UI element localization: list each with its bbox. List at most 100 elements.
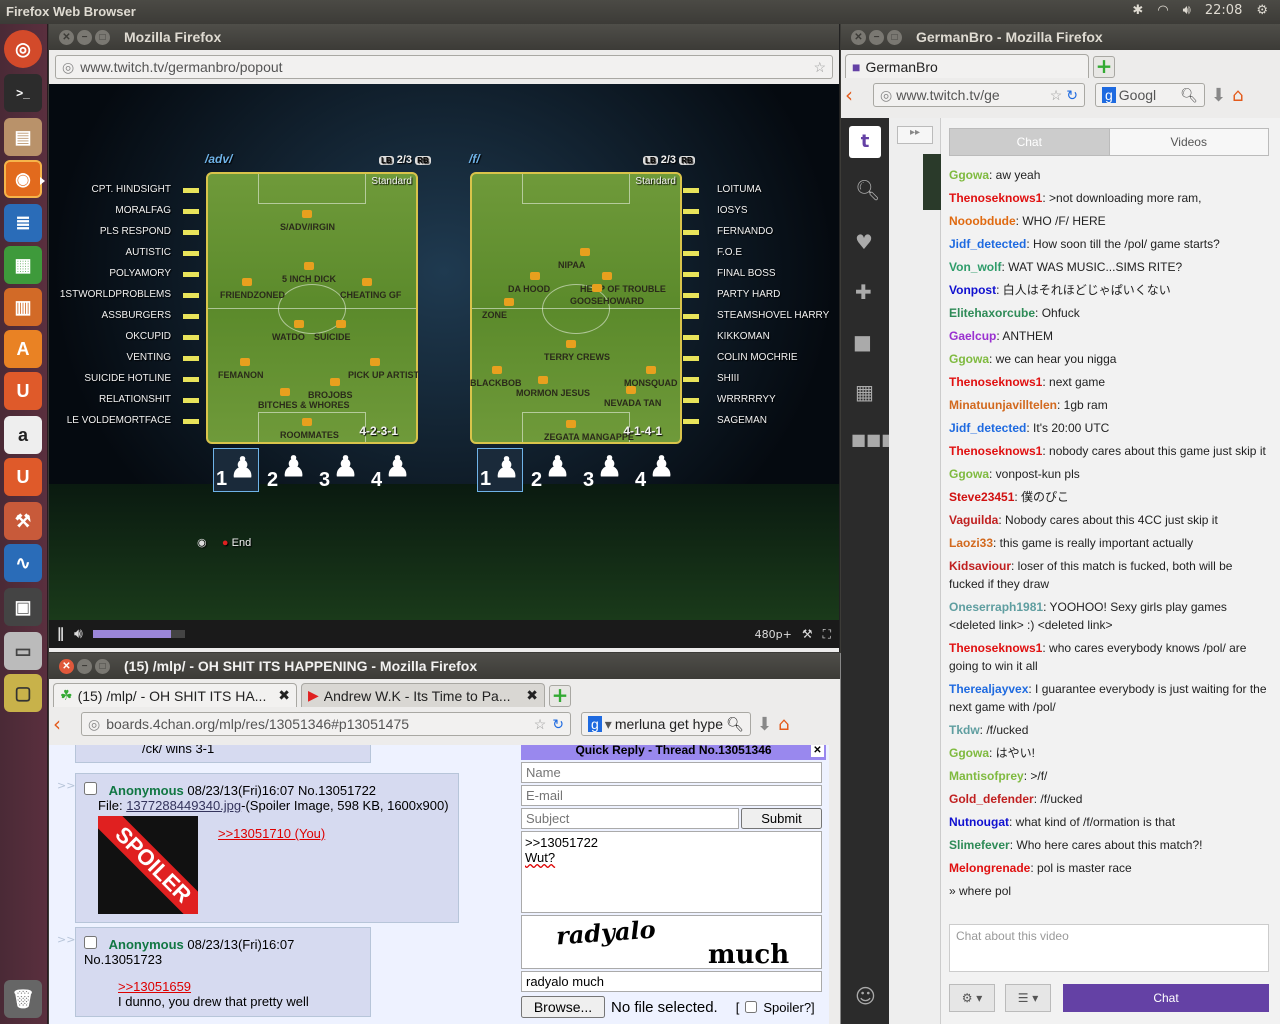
chat-username[interactable]: Ggowa bbox=[949, 352, 989, 366]
close-icon[interactable]: ✕ bbox=[811, 745, 824, 757]
player-marker-icon[interactable] bbox=[538, 376, 548, 384]
roster-player[interactable]: 1STWORLDPROBLEMS bbox=[60, 289, 171, 300]
email-field[interactable] bbox=[521, 785, 822, 806]
files-icon[interactable]: ▤ bbox=[4, 118, 42, 156]
left-tactic-slots[interactable]: 1 ♟ 2 ♟ 3 ♟ 4 ♟ bbox=[213, 448, 433, 494]
vm-icon[interactable]: ▢ bbox=[4, 674, 42, 712]
chat-send-button[interactable]: Chat bbox=[1063, 984, 1269, 1012]
url-bar[interactable]: ◎ www.twitch.tv/ge ☆ ↻ bbox=[873, 83, 1085, 107]
left-formation-pitch[interactable]: Standard 4-2-3-1 S/ADV/IRGIN 5 INCH DICK F… bbox=[206, 172, 419, 444]
chat-username[interactable]: Von_wolf bbox=[949, 260, 1001, 274]
player-marker-icon[interactable] bbox=[330, 378, 340, 386]
chat-username[interactable]: Jidf_detected bbox=[949, 237, 1026, 251]
name-field[interactable] bbox=[521, 762, 822, 783]
pause-icon[interactable]: ∥ bbox=[57, 626, 64, 642]
stream-thumbnail[interactable] bbox=[923, 154, 941, 210]
clock[interactable]: 22:08 bbox=[1205, 3, 1242, 18]
close-icon[interactable]: ✕ bbox=[59, 29, 74, 45]
volume-slider[interactable] bbox=[92, 630, 185, 638]
video-player[interactable]: /adv/ LB 2/3 RB CPT. HINDSIGHT MORALFAG PL… bbox=[49, 84, 839, 620]
roster-player[interactable]: SHIII bbox=[717, 373, 739, 384]
tab-mlp-thread[interactable]: ☘ (15) /mlp/ - OH SHIT ITS HA... ✖ bbox=[53, 683, 297, 707]
workspace-icon[interactable]: ▣ bbox=[4, 588, 42, 626]
right-formation-pitch[interactable]: Standard 4-1-4-1 NIPAA DA HOOD HEAP OF TRO… bbox=[470, 172, 682, 444]
roster-player[interactable]: WRRRRRYY bbox=[717, 394, 776, 405]
chat-username[interactable]: Thenoseknows1 bbox=[949, 641, 1042, 655]
impress-icon[interactable]: ▥ bbox=[4, 288, 42, 326]
tactic-slot[interactable]: 4 ♟ bbox=[633, 448, 679, 492]
roster-player[interactable]: PLS RESPOND bbox=[100, 226, 171, 237]
spoiler-thumbnail[interactable]: SPOILER bbox=[98, 816, 198, 914]
download-icon[interactable]: ⬇ bbox=[1211, 85, 1226, 106]
player-marker-icon[interactable] bbox=[504, 298, 514, 306]
tactic-slot[interactable]: 1 ♟ bbox=[213, 448, 259, 492]
tab-chat[interactable]: Chat bbox=[950, 129, 1109, 155]
post-checkbox[interactable] bbox=[84, 782, 97, 795]
search-icon[interactable]: 🔍︎ bbox=[855, 178, 880, 202]
camera-icon[interactable]: ■ bbox=[853, 330, 872, 354]
chat-username[interactable]: Minatuunjavilltelen bbox=[949, 398, 1057, 412]
games-icon[interactable]: ✚ bbox=[855, 280, 872, 304]
roster-player[interactable]: ASSBURGERS bbox=[102, 310, 171, 321]
post-checkbox[interactable] bbox=[84, 936, 97, 949]
chat-username[interactable]: Thenoseknows1 bbox=[949, 191, 1042, 205]
file-link[interactable]: 1377288449340.jpg bbox=[126, 798, 241, 813]
close-icon[interactable]: ✕ bbox=[851, 29, 866, 45]
volume-icon[interactable]: 🔊︎ bbox=[74, 626, 83, 642]
chat-username[interactable]: Laozi33 bbox=[949, 536, 993, 550]
bookmark-star-icon[interactable]: ☆ bbox=[813, 59, 826, 76]
new-tab-icon[interactable]: + bbox=[1093, 56, 1115, 78]
chat-username[interactable]: Nutnougat bbox=[949, 815, 1009, 829]
search-bar[interactable]: g Googl 🔍︎ bbox=[1095, 83, 1205, 107]
fullscreen-icon[interactable]: ⛶ bbox=[823, 627, 831, 642]
system-monitor-icon[interactable]: ∿ bbox=[4, 544, 42, 582]
chat-username[interactable]: Ggowa bbox=[949, 467, 989, 481]
quality-selector[interactable]: 480p+ bbox=[755, 628, 792, 641]
player-marker-icon[interactable] bbox=[646, 366, 656, 374]
window-titlebar[interactable]: ✕ − □ (15) /mlp/ - OH SHIT ITS HAPPENING -… bbox=[49, 653, 840, 679]
minimize-icon[interactable]: − bbox=[869, 29, 884, 45]
volume-icon[interactable]: 🔊︎ bbox=[1183, 3, 1191, 18]
settings-icon[interactable]: ⚒ bbox=[4, 502, 42, 540]
roster-player[interactable]: IOSYS bbox=[717, 205, 748, 216]
comment-field[interactable]: >>13051722 Wut? bbox=[521, 831, 822, 913]
ubuntu-one-music-icon[interactable]: U bbox=[4, 458, 42, 496]
roster-player[interactable]: COLIN MOCHRIE bbox=[717, 352, 798, 363]
roster-player[interactable]: RELATIONSHIT bbox=[99, 394, 171, 405]
roster-player[interactable]: OKCUPID bbox=[125, 331, 171, 342]
player-marker-icon[interactable] bbox=[530, 272, 540, 280]
bluetooth-icon[interactable]: ✱ bbox=[1132, 3, 1143, 18]
maximize-icon[interactable]: □ bbox=[95, 29, 110, 45]
dash-icon[interactable]: ◎ bbox=[4, 30, 42, 68]
twitch-logo-icon[interactable]: t bbox=[849, 126, 881, 158]
roster-player[interactable]: VENTING bbox=[127, 352, 171, 363]
heart-icon[interactable]: ♥ bbox=[855, 230, 873, 254]
writer-icon[interactable]: ≣ bbox=[4, 204, 42, 242]
roster-player[interactable]: SUICIDE HOTLINE bbox=[84, 373, 171, 384]
chat-username[interactable]: Gold_defender bbox=[949, 792, 1034, 806]
back-icon[interactable]: ‹ bbox=[53, 712, 61, 736]
wifi-icon[interactable]: ◠ bbox=[1157, 3, 1168, 18]
roster-player[interactable]: POLYAMORY bbox=[109, 268, 171, 279]
chat-username[interactable]: Ggowa bbox=[949, 746, 989, 760]
tactic-slot[interactable]: 4 ♟ bbox=[369, 448, 415, 492]
tab-germanbro[interactable]: ■ GermanBro bbox=[845, 54, 1089, 78]
maximize-icon[interactable]: □ bbox=[95, 658, 110, 674]
roster-player[interactable]: KIKKOMAN bbox=[717, 331, 770, 342]
settings-gear-icon[interactable]: ⚙ bbox=[1256, 3, 1268, 18]
roster-player[interactable]: LOITUMA bbox=[717, 184, 761, 195]
minimize-icon[interactable]: − bbox=[77, 29, 92, 45]
player-marker-icon[interactable] bbox=[602, 272, 612, 280]
right-tactic-slots[interactable]: 1 ♟ 2 ♟ 3 ♟ 4 ♟ bbox=[477, 448, 697, 494]
url-bar[interactable]: ◎ boards.4chan.org/mlp/res/13051346#p1305… bbox=[81, 712, 571, 736]
player-marker-icon[interactable] bbox=[566, 340, 576, 348]
roster-player[interactable]: LE VOLDEMORTFACE bbox=[67, 415, 171, 426]
search-bar[interactable]: g ▾ merluna get hype 🔍︎ bbox=[581, 712, 751, 736]
close-icon[interactable]: ✕ bbox=[59, 658, 74, 674]
tactic-slot[interactable]: 3 ♟ bbox=[317, 448, 363, 492]
tactic-slot[interactable]: 2 ♟ bbox=[265, 448, 311, 492]
post-number[interactable]: No.13051722 bbox=[298, 783, 376, 798]
chat-username[interactable]: Jidf_detected bbox=[949, 421, 1026, 435]
subject-field[interactable] bbox=[521, 808, 739, 829]
chat-username[interactable]: Vonpost bbox=[949, 283, 996, 297]
